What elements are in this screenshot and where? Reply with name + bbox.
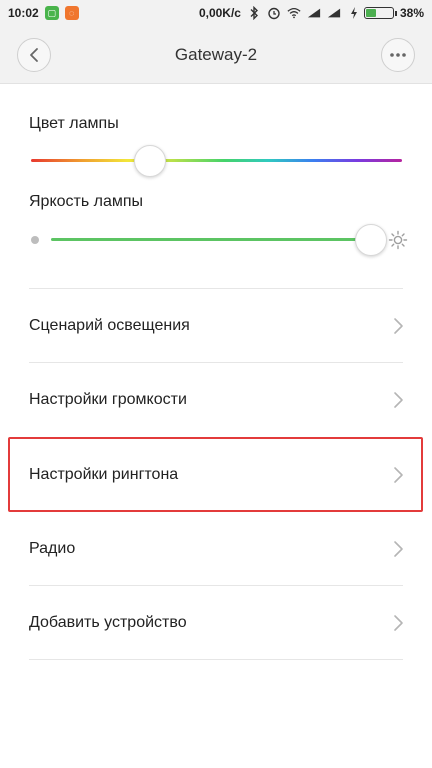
menu-item-label: Сценарий освещения [29, 316, 190, 334]
page-title: Gateway-2 [174, 44, 258, 64]
app-green-icon: ▢ [44, 6, 59, 20]
menu-item-label: Радио [29, 539, 76, 557]
status-time: 10:02 [8, 6, 39, 20]
chevron-right-icon [394, 391, 403, 408]
chevron-left-icon [30, 48, 38, 62]
wifi-icon [287, 6, 301, 20]
battery-fill [365, 9, 376, 17]
lamp-color-slider-thumb[interactable] [133, 145, 166, 177]
bluetooth-icon [247, 6, 261, 20]
divider [29, 659, 403, 660]
lamp-brightness-slider[interactable] [51, 238, 371, 241]
menu-item-radio[interactable]: Радио [0, 512, 432, 585]
chevron-right-icon [394, 466, 403, 483]
lamp-brightness-label: Яркость лампы [29, 193, 144, 210]
signal-icon [327, 6, 341, 20]
menu-item-label: Настройки громкости [29, 390, 187, 408]
status-left: 10:02 ▢ ◌ [8, 6, 79, 20]
lamp-color-label: Цвет лампы [29, 115, 119, 132]
battery-icon [363, 7, 394, 19]
menu-item-volume-settings[interactable]: Настройки громкости [0, 363, 432, 436]
brightness-high-icon [388, 230, 408, 250]
status-bar: 10:02 ▢ ◌ 0,00K/c 38% [0, 0, 432, 26]
menu-item-label: Добавить устройство [29, 613, 187, 631]
menu-item-add-device[interactable]: Добавить устройство [0, 586, 432, 659]
signal-icon [307, 6, 321, 20]
alarm-icon [267, 6, 281, 20]
app-orange-icon: ◌ [64, 6, 79, 20]
status-right: 0,00K/c 38% [199, 6, 424, 20]
more-dots-icon [390, 53, 406, 57]
chevron-right-icon [394, 540, 403, 557]
network-speed: 0,00K/c [198, 6, 241, 20]
lamp-color-slider[interactable] [31, 159, 402, 162]
battery-indicator: 38% [347, 6, 424, 20]
chevron-right-icon [394, 614, 403, 631]
menu-item-lighting-scenario[interactable]: Сценарий освещения [0, 289, 432, 362]
menu-item-ringtone-settings[interactable]: Настройки рингтона [0, 438, 432, 511]
chevron-right-icon [394, 317, 403, 334]
menu-item-label: Настройки рингтона [29, 465, 179, 483]
charging-icon [347, 6, 361, 20]
brightness-low-icon [31, 236, 39, 244]
back-button[interactable] [17, 38, 51, 72]
battery-cap [394, 10, 397, 16]
battery-percent: 38% [399, 6, 424, 20]
lamp-brightness-slider-thumb[interactable] [355, 224, 387, 256]
more-button[interactable] [381, 38, 415, 72]
app-header: Gateway-2 [0, 26, 432, 84]
